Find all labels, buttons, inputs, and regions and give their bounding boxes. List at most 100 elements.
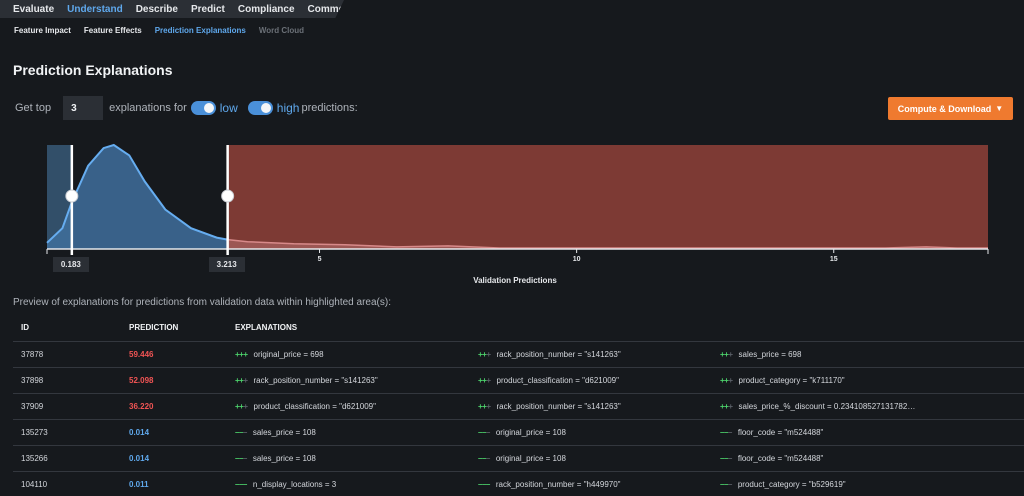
explanation-text: product_classification = "d621009" xyxy=(253,401,376,411)
table-row[interactable]: 37909 36.220 +++ product_classification = "… xyxy=(13,393,1024,420)
tab-evaluate[interactable]: Evaluate xyxy=(13,4,54,15)
explanation-cell: +++ sales_price = 698 xyxy=(712,341,1024,368)
strength-indicator: +++ xyxy=(720,375,733,385)
high-region xyxy=(227,145,989,249)
explanation-cell: ––– sales_price = 108 xyxy=(227,419,470,446)
strength-indicator: +++ xyxy=(235,401,248,411)
explanation-text: original_price = 698 xyxy=(253,349,324,359)
explanation-cell: +++ product_category = "k711170" xyxy=(712,367,1024,394)
prediction-distribution-chart: 5 10 15 0.183 3.213 xyxy=(0,138,1024,288)
row-id: 37878 xyxy=(13,341,121,368)
explanation-cell: +++ product_classification = "d621009" xyxy=(470,367,712,394)
low-threshold-slider-handle[interactable] xyxy=(65,189,79,203)
explanation-cell: ––– original_price = 108 xyxy=(470,445,712,472)
low-toggle[interactable] xyxy=(190,101,216,115)
explanation-controls: Get top explanations for low high predic… xyxy=(15,96,358,120)
row-id: 37909 xyxy=(13,393,121,420)
tab-comments[interactable]: Comments xyxy=(308,4,344,15)
column-header-blank xyxy=(712,315,1024,342)
top-n-input[interactable] xyxy=(63,96,104,120)
explanation-cell: +++ rack_position_number = "s141263" xyxy=(227,367,470,394)
high-threshold-label: 3.213 xyxy=(208,257,245,272)
column-header-blank xyxy=(470,315,712,342)
explanation-text: sales_price = 108 xyxy=(252,453,316,463)
explanation-text: product_category = "b529619" xyxy=(737,479,846,489)
predictions-label: predictions: xyxy=(301,102,358,114)
strength-indicator: ––– xyxy=(720,479,732,489)
explanation-cell: +++ rack_position_number = "s141263" xyxy=(470,393,712,420)
explanation-text: original_price = 108 xyxy=(495,453,566,463)
tab-compliance[interactable]: Compliance xyxy=(238,4,295,15)
column-header-explanations: EXPLANATIONS xyxy=(227,315,470,342)
table-row[interactable]: 135266 0.014 ––– sales_price = 108 ––– origin… xyxy=(13,445,1024,472)
row-prediction: 52.098 xyxy=(121,367,227,394)
low-toggle-label: low xyxy=(219,101,238,115)
explanation-text: rack_position_number = "h449970" xyxy=(495,479,621,489)
high-toggle[interactable] xyxy=(247,101,273,115)
row-prediction: 0.014 xyxy=(121,445,227,472)
tab-understand[interactable]: Understand xyxy=(67,4,123,15)
explanation-cell: +++ sales_price_%_discount = 0.2341085271… xyxy=(712,393,1024,420)
explanation-text: product_classification = "d621009" xyxy=(496,375,619,385)
subtab-word-cloud: Word Cloud xyxy=(258,26,305,35)
explanation-cell: ––– original_price = 108 xyxy=(470,419,712,446)
strength-indicator: ––– xyxy=(235,453,247,463)
get-top-label: Get top xyxy=(15,102,52,114)
explanation-cell: +++ product_classification = "d621009" xyxy=(227,393,470,420)
explanation-text: sales_price_%_discount = 0.2341085271317… xyxy=(738,401,916,411)
row-id: 37898 xyxy=(13,367,121,394)
strength-indicator: ––– xyxy=(478,479,490,489)
strength-indicator: ––– xyxy=(720,453,732,463)
explanation-text: rack_position_number = "s141263" xyxy=(253,375,378,385)
high-threshold-slider-handle[interactable] xyxy=(221,189,235,203)
tab-describe[interactable]: Describe xyxy=(136,4,178,15)
strength-indicator: +++ xyxy=(720,401,733,411)
explanation-text: sales_price = 698 xyxy=(738,349,802,359)
row-id: 104110 xyxy=(13,471,121,496)
tab-predict[interactable]: Predict xyxy=(191,4,225,15)
explanation-text: product_category = "k711170" xyxy=(738,375,845,385)
table-row[interactable]: 37898 52.098 +++ rack_position_number = "s1… xyxy=(13,367,1024,394)
subtab-feature-effects[interactable]: Feature Effects xyxy=(84,26,142,35)
table-row[interactable]: 135273 0.014 ––– sales_price = 108 ––– origin… xyxy=(13,419,1024,446)
table-row[interactable]: 37878 59.446 +++ original_price = 698 +++ rac… xyxy=(13,341,1024,368)
table-header-row: ID PREDICTION EXPLANATIONS xyxy=(13,315,1024,342)
strength-indicator: +++ xyxy=(720,349,733,359)
top-nav: Evaluate Understand Describe Predict Complia… xyxy=(0,0,344,18)
explanation-text: floor_code = "m524488" xyxy=(737,427,824,437)
subtab-prediction-explanations[interactable]: Prediction Explanations xyxy=(155,26,246,35)
explanations-for-label: explanations for xyxy=(109,102,187,114)
strength-indicator: ––– xyxy=(235,427,247,437)
row-prediction: 36.220 xyxy=(121,393,227,420)
strength-indicator: ––– xyxy=(720,427,732,437)
explanation-cell: ––– floor_code = "m524488" xyxy=(712,419,1024,446)
row-prediction: 0.014 xyxy=(121,419,227,446)
row-id: 135273 xyxy=(13,419,121,446)
chevron-down-icon: ▼ xyxy=(995,104,1004,113)
explanation-text: rack_position_number = "s141263" xyxy=(496,349,621,359)
high-toggle-label: high xyxy=(276,101,300,115)
explanation-cell: +++ original_price = 698 xyxy=(227,341,470,368)
subtab-feature-impact[interactable]: Feature Impact xyxy=(14,26,71,35)
explanation-cell: ––– floor_code = "m524488" xyxy=(712,445,1024,472)
row-prediction: 0.011 xyxy=(121,471,227,496)
explanation-text: floor_code = "m524488" xyxy=(737,453,824,463)
page-title: Prediction Explanations xyxy=(13,62,173,78)
strength-indicator: +++ xyxy=(478,375,491,385)
row-id: 135266 xyxy=(13,445,121,472)
sub-nav: Feature Impact Feature Effects Prediction … xyxy=(14,26,317,35)
compute-download-button[interactable]: Compute & Download ▼ xyxy=(888,97,1013,120)
explanation-text: original_price = 108 xyxy=(495,427,566,437)
strength-indicator: ––– xyxy=(235,479,247,489)
column-header-prediction: PREDICTION xyxy=(121,315,227,342)
preview-text: Preview of explanations for predictions … xyxy=(13,297,391,308)
strength-indicator: +++ xyxy=(235,349,248,359)
table-row[interactable]: 104110 0.011 ––– n_display_locations = 3 –––… xyxy=(13,471,1024,496)
strength-indicator: +++ xyxy=(235,375,248,385)
explanation-text: rack_position_number = "s141263" xyxy=(496,401,621,411)
strength-indicator: ––– xyxy=(478,453,490,463)
explanation-cell: ––– n_display_locations = 3 xyxy=(227,471,470,496)
explanation-cell: +++ rack_position_number = "s141263" xyxy=(470,341,712,368)
explanation-cell: ––– rack_position_number = "h449970" xyxy=(470,471,712,496)
strength-indicator: +++ xyxy=(478,349,491,359)
